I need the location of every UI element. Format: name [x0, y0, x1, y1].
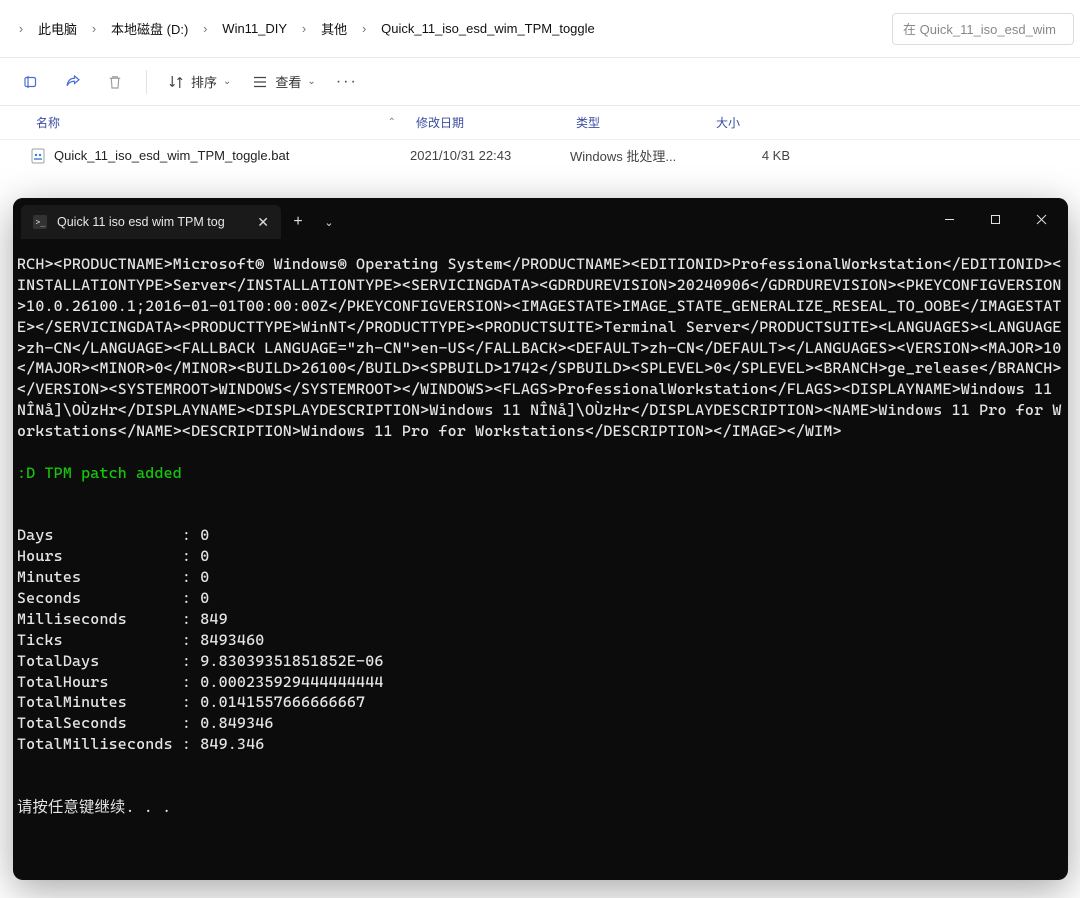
ellipsis-icon: ···: [336, 73, 358, 91]
chevron-right-icon: ›: [196, 21, 214, 36]
terminal-output[interactable]: RCH><PRODUCTNAME>Microsoft® Windows® Ope…: [13, 240, 1068, 880]
chevron-right-icon: ›: [295, 21, 313, 36]
minimize-icon: [944, 214, 955, 225]
share-icon: [64, 73, 82, 91]
sort-label: 排序: [191, 72, 217, 91]
terminal-xml-output: RCH><PRODUCTNAME>Microsoft® Windows® Ope…: [17, 254, 1064, 442]
sort-icon: [167, 73, 185, 91]
search-placeholder: 在 Quick_11_iso_esd_wim: [903, 19, 1056, 38]
breadcrumb-seg-folder1[interactable]: Win11_DIY: [214, 15, 295, 42]
search-input[interactable]: 在 Quick_11_iso_esd_wim: [892, 13, 1074, 45]
svg-text:>_: >_: [36, 218, 46, 227]
breadcrumb-seg-drive[interactable]: 本地磁盘 (D:): [103, 13, 196, 44]
breadcrumb[interactable]: › 此电脑 › 本地磁盘 (D:) › Win11_DIY › 其他 › Qui…: [6, 13, 880, 44]
header-size[interactable]: 大小: [716, 114, 816, 131]
more-button[interactable]: ···: [328, 65, 366, 99]
file-size: 4 KB: [710, 148, 810, 163]
file-date: 2021/10/31 22:43: [410, 148, 570, 163]
plus-icon: +: [293, 213, 302, 231]
breadcrumb-seg-pc[interactable]: 此电脑: [30, 13, 85, 44]
column-headers: 名称 ⌃ 修改日期 类型 大小: [0, 106, 1080, 140]
delete-button[interactable]: [96, 65, 134, 99]
close-icon: [1036, 214, 1047, 225]
chevron-right-icon: ›: [12, 21, 30, 36]
tab-dropdown-button[interactable]: ⌄: [315, 205, 343, 239]
list-icon: [251, 73, 269, 91]
chevron-down-icon: ⌄: [324, 216, 333, 229]
share-button[interactable]: [54, 65, 92, 99]
terminal-prompt: 请按任意键继续. . .: [17, 797, 1064, 818]
minimize-button[interactable]: [926, 203, 972, 235]
file-name: Quick_11_iso_esd_wim_TPM_toggle.bat: [54, 148, 289, 163]
terminal-tab-title: Quick 11 iso esd wim TPM tog: [57, 215, 247, 229]
terminal-status-line: :D TPM patch added: [17, 463, 1064, 484]
chevron-down-icon: ⌄: [307, 76, 315, 87]
maximize-icon: [990, 214, 1001, 225]
header-name[interactable]: 名称 ⌃: [36, 114, 416, 131]
new-tab-button[interactable]: +: [281, 205, 315, 239]
address-bar: › 此电脑 › 本地磁盘 (D:) › Win11_DIY › 其他 › Qui…: [0, 0, 1080, 58]
view-menu[interactable]: 查看 ⌄: [243, 65, 323, 99]
view-label: 查看: [275, 72, 301, 91]
chevron-down-icon: ⌄: [223, 76, 231, 87]
header-type[interactable]: 类型: [576, 114, 716, 131]
trash-icon: [106, 73, 124, 91]
sort-menu[interactable]: 排序 ⌄: [159, 65, 239, 99]
chevron-right-icon: ›: [85, 21, 103, 36]
terminal-timing-stats: Days : 0 Hours : 0 Minutes : 0 Seconds :…: [17, 525, 1064, 755]
chevron-right-icon: ›: [355, 21, 373, 36]
tab-close-icon[interactable]: ✕: [257, 214, 269, 231]
toolbar-divider: [146, 70, 147, 94]
breadcrumb-seg-current[interactable]: Quick_11_iso_esd_wim_TPM_toggle: [373, 15, 603, 42]
close-button[interactable]: [1018, 203, 1064, 235]
terminal-window: >_ Quick 11 iso esd wim TPM tog ✕ + ⌄ RC…: [13, 198, 1068, 880]
window-controls: [926, 203, 1064, 235]
toolbar: 排序 ⌄ 查看 ⌄ ···: [0, 58, 1080, 106]
file-row[interactable]: Quick_11_iso_esd_wim_TPM_toggle.bat 2021…: [0, 140, 1080, 171]
terminal-titlebar[interactable]: >_ Quick 11 iso esd wim TPM tog ✕ + ⌄: [13, 198, 1068, 240]
maximize-button[interactable]: [972, 203, 1018, 235]
terminal-tab[interactable]: >_ Quick 11 iso esd wim TPM tog ✕: [21, 205, 281, 239]
bat-file-icon: [30, 148, 46, 164]
rename-icon: [22, 73, 40, 91]
breadcrumb-seg-folder2[interactable]: 其他: [313, 13, 355, 44]
sort-indicator-icon: ⌃: [388, 117, 396, 128]
cmd-icon: >_: [33, 215, 47, 229]
file-type: Windows 批处理...: [570, 146, 710, 165]
header-date[interactable]: 修改日期: [416, 114, 576, 131]
rename-button[interactable]: [12, 65, 50, 99]
